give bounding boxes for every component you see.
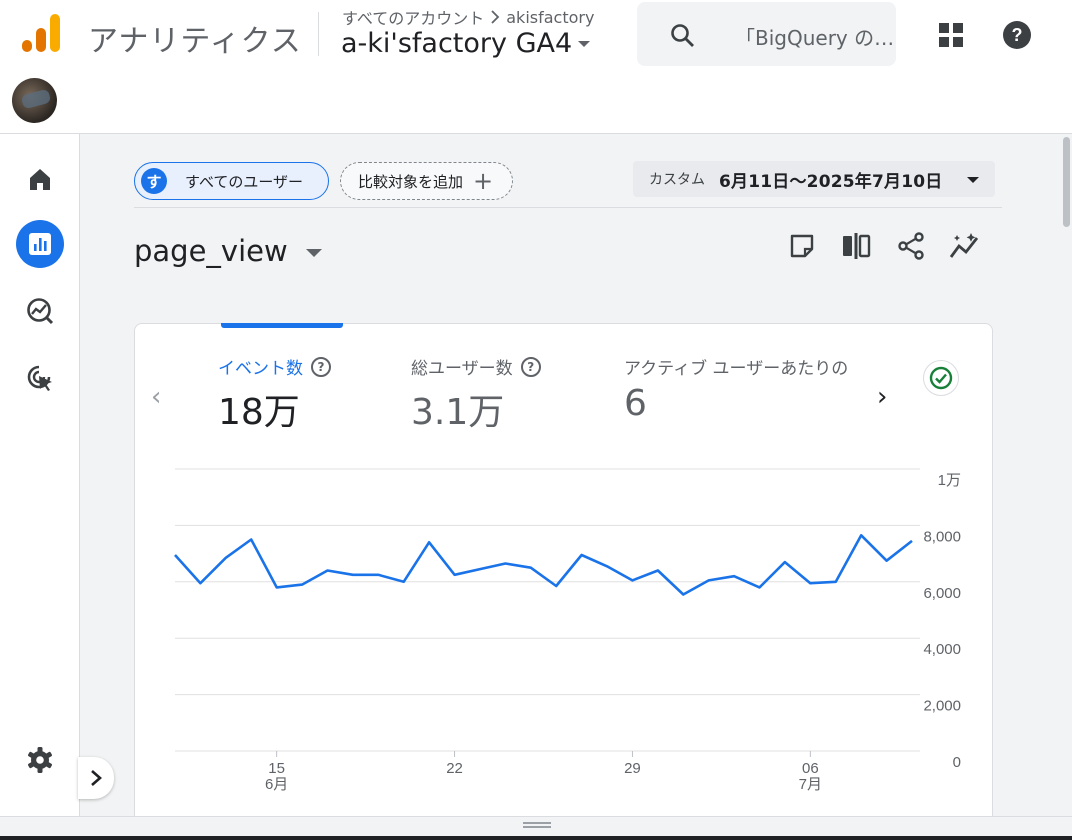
app-title: アナリティクス xyxy=(88,24,302,59)
search-bar[interactable]: 「BigQuery の… xyxy=(637,2,896,66)
insights-icon xyxy=(949,233,979,258)
caret-down-icon xyxy=(967,177,979,183)
x-tick-month-label: 6月 xyxy=(265,776,288,793)
date-range-value: 6月11日～2025年7月10日 xyxy=(719,171,943,192)
breadcrumb-property: akisfactory xyxy=(506,7,595,27)
analytics-logo-icon[interactable] xyxy=(20,14,62,54)
property-selector[interactable]: a-ki'sfactory GA4 xyxy=(341,28,591,59)
y-tick-label: 1万 xyxy=(938,472,961,489)
svg-text:?: ? xyxy=(1012,25,1023,45)
window-bottom-border xyxy=(0,836,1072,840)
share-icon xyxy=(898,232,924,260)
property-name: a-ki'sfactory GA4 xyxy=(341,28,573,59)
compare-columns-icon xyxy=(843,233,871,259)
caret-down-icon xyxy=(578,40,591,47)
search-placeholder[interactable]: 「BigQuery の… xyxy=(735,22,895,51)
reports-icon xyxy=(29,233,51,255)
compare-view-button[interactable] xyxy=(840,230,872,262)
annotation-button[interactable] xyxy=(786,230,818,262)
series-line xyxy=(174,534,913,596)
plus-icon: + xyxy=(473,167,494,195)
add-comparison-label: 比較対象を追加 xyxy=(358,172,464,191)
rail-item-reports[interactable] xyxy=(16,220,64,268)
chevron-right-icon xyxy=(491,10,500,24)
help-icon[interactable]: ? xyxy=(1002,20,1032,50)
left-navigation-rail xyxy=(0,134,80,816)
date-range-picker[interactable]: カスタム 6月11日～2025年7月10日 xyxy=(633,161,995,197)
report-title-selector[interactable]: page_view xyxy=(134,234,322,268)
date-custom-label: カスタム xyxy=(649,172,705,188)
explore-icon xyxy=(27,298,54,325)
header-divider xyxy=(318,12,319,56)
segment-label: すべてのユーザー xyxy=(185,172,304,191)
y-tick-label: 0 xyxy=(953,754,961,771)
add-comparison-button[interactable]: 比較対象を追加 + xyxy=(340,162,513,200)
sticky-note-icon xyxy=(790,234,814,258)
x-tick-label: 15 xyxy=(268,760,285,777)
advertising-icon xyxy=(27,365,52,391)
rail-item-advertising[interactable] xyxy=(16,354,64,402)
user-avatar[interactable] xyxy=(12,78,57,123)
rail-item-admin[interactable] xyxy=(16,736,64,784)
scrollbar-thumb[interactable] xyxy=(1063,137,1070,227)
toolbar-divider xyxy=(134,207,1002,208)
x-tick-label: 06 xyxy=(802,760,819,777)
top-app-bar: アナリティクス すべてのアカウント akisfactory a-ki'sfact… xyxy=(0,0,1072,134)
breadcrumb-account: すべてのアカウント xyxy=(342,9,485,28)
share-button[interactable] xyxy=(895,230,927,262)
y-tick-label: 6,000 xyxy=(923,585,961,602)
gear-icon xyxy=(28,747,52,773)
segment-badge: す xyxy=(141,168,167,194)
y-tick-label: 4,000 xyxy=(923,641,961,658)
page-title: page_view xyxy=(134,234,288,268)
account-breadcrumb[interactable]: すべてのアカウント akisfactory xyxy=(342,5,594,29)
insights-button[interactable] xyxy=(949,230,981,262)
y-tick-label: 2,000 xyxy=(923,698,961,715)
apps-grid-icon[interactable] xyxy=(938,22,964,48)
search-icon xyxy=(671,24,694,47)
caret-down-icon xyxy=(305,249,322,257)
home-icon xyxy=(30,169,50,190)
trend-card: ‹ イベント数 ? 18万 総ユーザー数 ? 3.1万 アクティブ ユーザーあた… xyxy=(134,323,993,823)
x-tick-label: 22 xyxy=(446,760,463,777)
segment-chip-all-users[interactable]: す すべてのユーザー xyxy=(134,162,329,200)
rail-item-home[interactable] xyxy=(16,155,64,203)
resize-handle-icon[interactable] xyxy=(523,822,551,828)
main-content: す すべてのユーザー 比較対象を追加 + カスタム 6月11日～2025年7月1… xyxy=(80,134,1062,823)
y-tick-label: 8,000 xyxy=(923,528,961,545)
line-chart: 0 2,000 4,000 6,000 8,000 1万 156月 22 29 067月 xyxy=(174,468,961,793)
x-tick-label: 29 xyxy=(624,760,641,777)
rail-item-explore[interactable] xyxy=(16,287,64,335)
x-tick-month-label: 7月 xyxy=(799,776,822,793)
